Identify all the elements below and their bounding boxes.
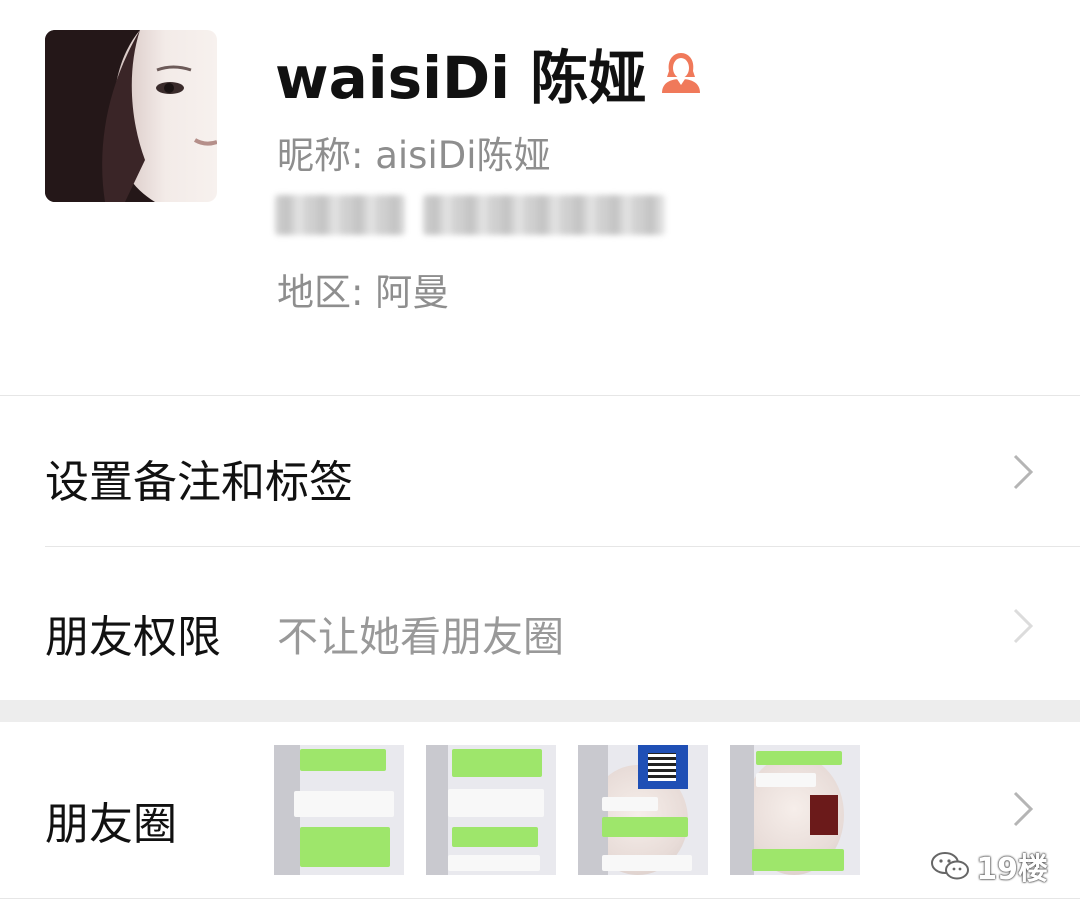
- moments-thumbnail[interactable]: [274, 745, 404, 875]
- wechat-id-redacted: [275, 195, 665, 239]
- chevron-right-icon: [1013, 791, 1034, 827]
- moments-thumbnail[interactable]: [426, 745, 556, 875]
- wechat-icon: [931, 852, 970, 880]
- section-gap: [0, 700, 1080, 722]
- watermark-text: 19楼: [976, 852, 1048, 887]
- chevron-right-icon: [1013, 608, 1034, 644]
- moments-label: 朋友圈: [45, 799, 177, 850]
- female-icon: [660, 51, 702, 95]
- moments-thumbnail[interactable]: [730, 745, 860, 875]
- remark-tags-row[interactable]: 设置备注和标签: [0, 396, 1080, 546]
- name-row: waisiDi 陈娅: [275, 38, 702, 112]
- display-name: waisiDi 陈娅: [275, 44, 647, 112]
- nickname: 昵称: aisiDi陈娅: [277, 134, 551, 177]
- watermark: 19楼: [930, 844, 1048, 888]
- avatar[interactable]: [45, 30, 217, 202]
- friend-permission-value: 不让她看朋友圈: [277, 613, 564, 661]
- divider: [0, 898, 1080, 899]
- redacted-label: [275, 195, 405, 235]
- region: 地区: 阿曼: [277, 271, 450, 314]
- moments-thumbnail[interactable]: [578, 745, 708, 875]
- chevron-right-icon: [1013, 454, 1034, 490]
- redacted-id: [423, 195, 665, 235]
- moments-thumbnails[interactable]: [274, 745, 860, 875]
- profile-header: waisiDi 陈娅 昵称: aisiDi陈娅 地区: 阿曼: [0, 0, 1080, 395]
- friend-permission-label: 朋友权限: [45, 612, 221, 663]
- remark-tags-label: 设置备注和标签: [45, 457, 353, 508]
- friend-permission-row[interactable]: 朋友权限 不让她看朋友圈: [0, 547, 1080, 699]
